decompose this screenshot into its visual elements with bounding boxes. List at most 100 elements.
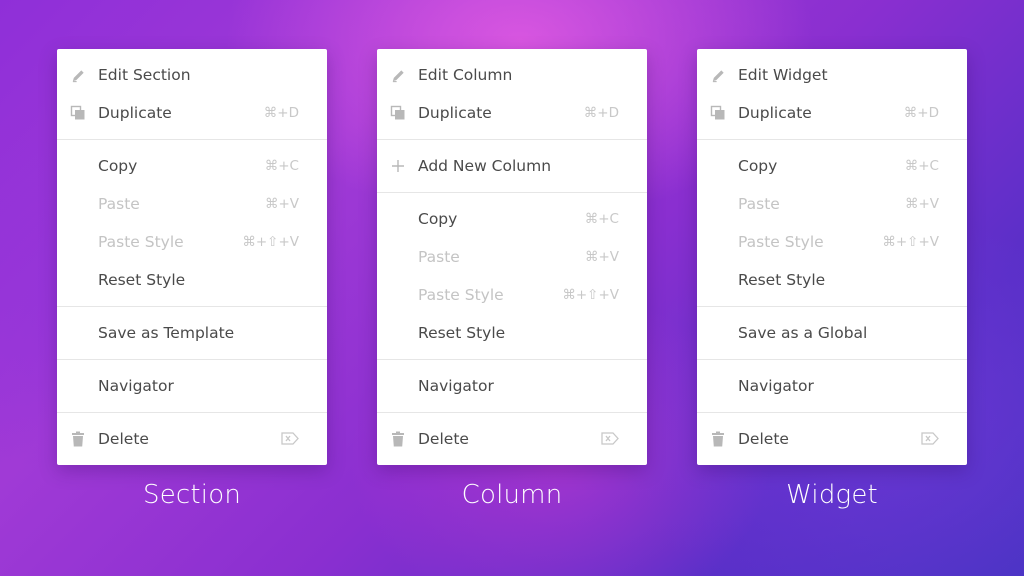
menu-group: Delete bbox=[57, 412, 327, 465]
menu-group: Navigator bbox=[377, 359, 647, 412]
pencil-icon bbox=[710, 67, 726, 83]
menu-item-duplicate[interactable]: Duplicate ⌘+D bbox=[697, 94, 967, 132]
menu-item-save-as-template[interactable]: Save as Template bbox=[57, 314, 327, 352]
menu-item-paste-style: Paste Style ⌘+⇧+V bbox=[377, 276, 647, 314]
menu-group: Copy ⌘+C Paste ⌘+V Paste Style ⌘+⇧+V Reset Sty… bbox=[697, 139, 967, 306]
menu-group: Save as Template bbox=[57, 306, 327, 359]
column-context-menu: Edit Column Duplicate ⌘+D Add New Column Cop… bbox=[377, 49, 647, 465]
menu-item-label: Paste bbox=[738, 195, 780, 213]
menu-item-label: Navigator bbox=[98, 377, 174, 395]
duplicate-icon bbox=[710, 105, 726, 121]
menu-item-label: Duplicate bbox=[98, 104, 172, 122]
menu-item-delete[interactable]: Delete bbox=[377, 420, 647, 458]
menu-item-paste: Paste ⌘+V bbox=[697, 185, 967, 223]
menu-item-label: Reset Style bbox=[98, 271, 186, 289]
section-caption: Section bbox=[143, 480, 241, 510]
menu-item-copy[interactable]: Copy ⌘+C bbox=[57, 147, 327, 185]
menu-item-edit-widget[interactable]: Edit Widget bbox=[697, 56, 967, 94]
menu-group: Edit Column Duplicate ⌘+D bbox=[377, 49, 647, 139]
keyboard-shortcut: ⌘+V bbox=[904, 196, 939, 212]
menu-item-label: Reset Style bbox=[418, 324, 506, 342]
menu-group: Edit Widget Duplicate ⌘+D bbox=[697, 49, 967, 139]
keyboard-shortcut: ⌘+C bbox=[264, 158, 299, 174]
keyboard-shortcut: ⌘+D bbox=[903, 105, 939, 121]
menu-item-reset-style[interactable]: Reset Style bbox=[697, 261, 967, 299]
trash-icon bbox=[390, 431, 406, 447]
menu-item-label: Delete bbox=[738, 430, 789, 448]
menu-item-label: Copy bbox=[418, 210, 458, 228]
menu-item-label: Paste bbox=[418, 248, 460, 266]
widget-context-menu: Edit Widget Duplicate ⌘+D Copy ⌘+C Paste ⌘+V Pa… bbox=[697, 49, 967, 465]
menu-item-label: Paste Style bbox=[98, 233, 184, 251]
menu-group: Navigator bbox=[57, 359, 327, 412]
plus-icon bbox=[390, 158, 406, 174]
column-caption: Column bbox=[461, 480, 563, 510]
menu-item-label: Save as Template bbox=[98, 324, 235, 342]
menu-group: Add New Column bbox=[377, 139, 647, 192]
delete-key-icon bbox=[921, 432, 939, 449]
menu-group: Delete bbox=[697, 412, 967, 465]
menu-group: Edit Section Duplicate ⌘+D bbox=[57, 49, 327, 139]
menu-item-paste: Paste ⌘+V bbox=[57, 185, 327, 223]
page: { "menus": [ { "caption": "Section", "gr… bbox=[0, 0, 1024, 576]
trash-icon bbox=[70, 431, 86, 447]
menu-item-label: Navigator bbox=[738, 377, 814, 395]
keyboard-shortcut: ⌘+⇧+V bbox=[242, 234, 299, 250]
menu-item-paste-style: Paste Style ⌘+⇧+V bbox=[57, 223, 327, 261]
keyboard-shortcut: ⌘+C bbox=[904, 158, 939, 174]
menu-item-duplicate[interactable]: Duplicate ⌘+D bbox=[57, 94, 327, 132]
keyboard-shortcut: ⌘+V bbox=[264, 196, 299, 212]
menu-group: Copy ⌘+C Paste ⌘+V Paste Style ⌘+⇧+V Reset Sty… bbox=[57, 139, 327, 306]
menu-group: Navigator bbox=[697, 359, 967, 412]
menu-item-save-as-a-global[interactable]: Save as a Global bbox=[697, 314, 967, 352]
menu-item-navigator[interactable]: Navigator bbox=[57, 367, 327, 405]
menu-item-label: Paste Style bbox=[738, 233, 824, 251]
menu-item-edit-section[interactable]: Edit Section bbox=[57, 56, 327, 94]
menu-item-edit-column[interactable]: Edit Column bbox=[377, 56, 647, 94]
duplicate-icon bbox=[390, 105, 406, 121]
menu-item-label: Copy bbox=[98, 157, 138, 175]
menu-item-label: Duplicate bbox=[418, 104, 492, 122]
section-context-menu: Edit Section Duplicate ⌘+D Copy ⌘+C Paste ⌘+V P… bbox=[57, 49, 327, 465]
delete-key-icon bbox=[281, 432, 299, 449]
menu-item-copy[interactable]: Copy ⌘+C bbox=[697, 147, 967, 185]
menu-item-label: Copy bbox=[738, 157, 778, 175]
menu-item-label: Reset Style bbox=[738, 271, 826, 289]
menu-group: Copy ⌘+C Paste ⌘+V Paste Style ⌘+⇧+V Reset Sty… bbox=[377, 192, 647, 359]
menu-item-delete[interactable]: Delete bbox=[57, 420, 327, 458]
keyboard-shortcut: ⌘+D bbox=[583, 105, 619, 121]
menu-item-label: Edit Column bbox=[418, 66, 513, 84]
pencil-icon bbox=[70, 67, 86, 83]
widget-caption: Widget bbox=[786, 480, 878, 510]
menu-item-navigator[interactable]: Navigator bbox=[697, 367, 967, 405]
menu-item-label: Paste bbox=[98, 195, 140, 213]
menu-item-delete[interactable]: Delete bbox=[697, 420, 967, 458]
menu-group: Delete bbox=[377, 412, 647, 465]
menu-item-add-new-column[interactable]: Add New Column bbox=[377, 147, 647, 185]
menu-item-copy[interactable]: Copy ⌘+C bbox=[377, 200, 647, 238]
menu-item-duplicate[interactable]: Duplicate ⌘+D bbox=[377, 94, 647, 132]
keyboard-shortcut: ⌘+C bbox=[584, 211, 619, 227]
pencil-icon bbox=[390, 67, 406, 83]
menu-item-label: Delete bbox=[98, 430, 149, 448]
menu-item-paste: Paste ⌘+V bbox=[377, 238, 647, 276]
keyboard-shortcut: ⌘+⇧+V bbox=[562, 287, 619, 303]
menu-item-paste-style: Paste Style ⌘+⇧+V bbox=[697, 223, 967, 261]
trash-icon bbox=[710, 431, 726, 447]
menu-group: Save as a Global bbox=[697, 306, 967, 359]
menu-item-label: Add New Column bbox=[418, 157, 552, 175]
menu-item-label: Save as a Global bbox=[738, 324, 868, 342]
menu-item-navigator[interactable]: Navigator bbox=[377, 367, 647, 405]
menu-item-reset-style[interactable]: Reset Style bbox=[57, 261, 327, 299]
duplicate-icon bbox=[70, 105, 86, 121]
menu-item-label: Paste Style bbox=[418, 286, 504, 304]
keyboard-shortcut: ⌘+⇧+V bbox=[882, 234, 939, 250]
menu-item-label: Edit Section bbox=[98, 66, 191, 84]
keyboard-shortcut: ⌘+V bbox=[584, 249, 619, 265]
menu-item-label: Delete bbox=[418, 430, 469, 448]
menu-item-reset-style[interactable]: Reset Style bbox=[377, 314, 647, 352]
menu-item-label: Navigator bbox=[418, 377, 494, 395]
delete-key-icon bbox=[601, 432, 619, 449]
menu-item-label: Edit Widget bbox=[738, 66, 828, 84]
keyboard-shortcut: ⌘+D bbox=[263, 105, 299, 121]
